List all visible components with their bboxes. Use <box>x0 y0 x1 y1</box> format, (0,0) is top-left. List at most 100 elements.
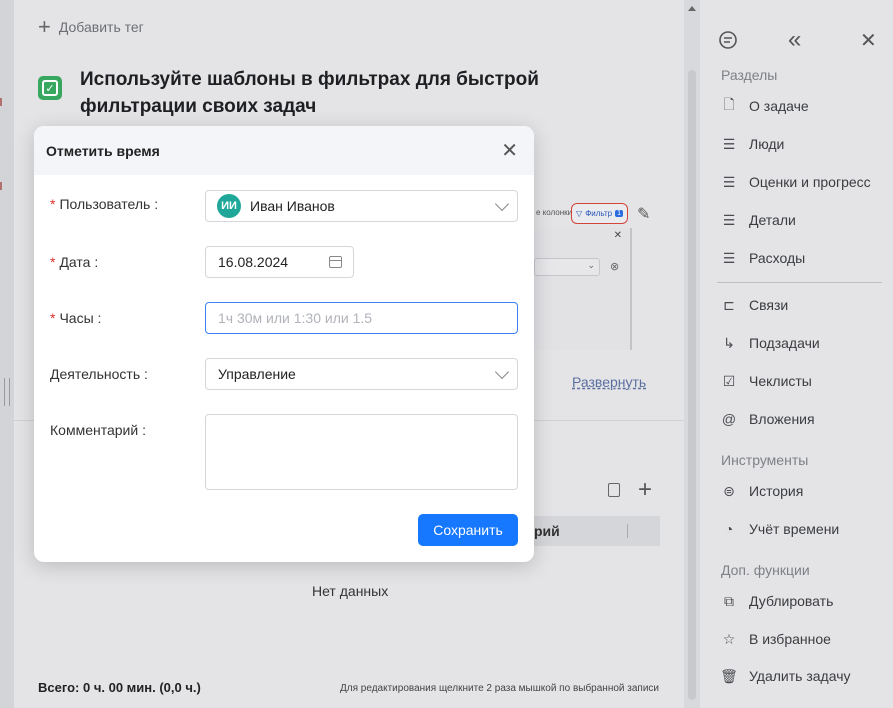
save-button[interactable]: Сохранить <box>418 514 518 546</box>
activity-row: Деятельность : <box>50 366 205 382</box>
sidebar-item-delete[interactable]: 🗑 Удалить задачу <box>720 667 850 685</box>
activity-label-text: Деятельность <box>50 366 141 382</box>
date-label-text: Дата <box>59 254 91 270</box>
comment-field[interactable] <box>205 414 518 490</box>
document-icon: 🗋 <box>723 96 735 112</box>
scrollbar-thumb[interactable] <box>688 70 696 700</box>
modal-header: Отметить время ✕ <box>34 126 534 175</box>
preview-filter-panel: ✕ ⌄ ⊗ <box>534 228 632 350</box>
scroll-up-arrow-icon[interactable] <box>688 6 696 11</box>
sidebar-item-checklists[interactable]: ☑ Чеклисты <box>721 372 812 390</box>
total-time: Всего: 0 ч. 00 мин. (0,0 ч.) <box>38 680 201 695</box>
sidebar-section-extra: Доп. функции <box>721 562 810 578</box>
time-table-header: рий <box>520 516 660 546</box>
preview-close-icon: ✕ <box>613 230 622 241</box>
sidebar-item-about[interactable]: 🗋 О задаче <box>721 96 809 114</box>
add-tag-button[interactable]: + Добавить тег <box>38 14 144 39</box>
edge-mark <box>0 182 2 190</box>
user-label-text: Пользователь <box>59 196 151 212</box>
lines-icon: ☰ <box>722 135 736 152</box>
sidebar-item-history[interactable]: ⊜ История <box>721 483 804 500</box>
sidebar-item-links[interactable]: ⊏ Связи <box>721 296 789 314</box>
sidebar-item-details[interactable]: ☰ Детали <box>721 211 796 229</box>
add-tag-label: Добавить тег <box>58 19 144 35</box>
sidebar-item-label: Люди <box>749 136 785 152</box>
hours-label: * Часы : <box>50 310 102 326</box>
sidebar-item-label: Вложения <box>749 411 815 427</box>
left-strip <box>0 0 14 708</box>
scrollbar[interactable] <box>684 0 700 708</box>
plus-icon: + <box>38 14 51 39</box>
sidebar-item-label: Учёт времени <box>749 521 840 537</box>
chevron-down-icon <box>494 364 510 380</box>
sidebar-item-attachments[interactable]: @ Вложения <box>721 411 815 427</box>
sidebar-item-duplicate[interactable]: ⧉ Дублировать <box>721 593 834 610</box>
edge-mark <box>0 98 2 106</box>
sidebar-item-label: Детали <box>749 212 796 228</box>
sidebar-item-label: Связи <box>749 297 789 313</box>
preview-filter-label: Фильтр <box>585 209 613 218</box>
comment-label: Комментарий : <box>50 422 146 438</box>
edit-pencil-icon[interactable]: ✎ <box>637 204 650 224</box>
activity-value: Управление <box>218 366 296 382</box>
activity-select[interactable]: Управление <box>205 358 518 390</box>
log-time-modal: Отметить время ✕ * Пользователь : ИИ Иван… <box>34 126 534 562</box>
sidebar-item-label: Оценки и прогресс <box>749 174 871 190</box>
trash-icon: 🗑 <box>720 667 738 684</box>
task-title: Используйте шаблоны в фильтрах для быстр… <box>80 69 539 117</box>
sidebar-item-label: Чеклисты <box>749 373 812 389</box>
date-value: 16.08.2024 <box>218 254 289 270</box>
task-sidebar: « ✕ Разделы 🗋 О задаче ☰ Люди ☰ Оценки и… <box>700 0 893 708</box>
column-divider <box>627 524 628 538</box>
preview-filter-badge: 1 <box>615 210 623 217</box>
comment-row: Комментарий : <box>50 422 205 438</box>
sidebar-item-favorite[interactable]: ☆ В избранное <box>721 631 831 648</box>
comment-icon[interactable] <box>718 30 738 56</box>
lines-icon: ☰ <box>722 211 736 228</box>
no-data-text: Нет данных <box>312 583 389 599</box>
sidebar-section-tools: Инструменты <box>721 452 809 468</box>
filter-icon: ▽ <box>576 209 583 218</box>
sidebar-item-expenses[interactable]: ☰ Расходы <box>721 250 806 267</box>
hours-row: * Часы : <box>50 310 205 326</box>
preview-filter-button: ▽ Фильтр 1 <box>571 203 628 224</box>
sidebar-divider <box>717 282 882 283</box>
preview-columns-text: е колонки <box>536 208 573 217</box>
sidebar-item-label: История <box>749 483 804 499</box>
comment-label-text: Комментарий <box>50 422 139 438</box>
sidebar-item-label: Расходы <box>749 250 806 266</box>
hours-field[interactable] <box>205 302 518 334</box>
comment-textarea[interactable] <box>206 415 517 489</box>
sidebar-item-label: О задаче <box>749 98 809 114</box>
user-label: * Пользователь : <box>50 196 159 212</box>
task-complete-checkbox[interactable]: ✓ <box>38 76 62 100</box>
collapse-double-chevron-icon[interactable]: « <box>788 26 801 54</box>
modal-title: Отметить время <box>46 142 160 159</box>
sidebar-section-sections: Разделы <box>721 67 778 83</box>
copy-document-icon[interactable] <box>608 483 620 497</box>
sidebar-item-estimates[interactable]: ☰ Оценки и прогресс <box>721 174 871 191</box>
checkbox-icon: ☑ <box>722 372 736 389</box>
link-icon: ⊏ <box>723 296 735 313</box>
sidebar-item-subtasks[interactable]: ↳ Подзадачи <box>721 335 820 352</box>
calendar-icon[interactable] <box>329 256 342 268</box>
user-row: * Пользователь : <box>50 196 205 212</box>
sidebar-item-label: Дублировать <box>749 593 834 609</box>
sidebar-item-label: Подзадачи <box>749 335 820 351</box>
close-icon[interactable]: ✕ <box>501 141 518 161</box>
paperclip-icon: @ <box>721 411 737 427</box>
clock-pie-icon: ◔ <box>724 521 734 537</box>
date-picker[interactable]: 16.08.2024 <box>205 246 354 278</box>
date-row: * Дата : <box>50 254 205 270</box>
hours-input[interactable] <box>206 303 517 333</box>
user-select[interactable]: ИИ Иван Иванов <box>205 190 518 222</box>
resize-handle[interactable] <box>4 378 10 406</box>
date-label: * Дата : <box>50 254 99 270</box>
sidebar-item-label: В избранное <box>749 631 831 647</box>
expand-link[interactable]: Развернуть <box>572 374 646 390</box>
add-time-plus-icon[interactable]: + <box>638 478 652 502</box>
sidebar-item-people[interactable]: ☰ Люди <box>721 135 785 153</box>
sidebar-item-time-tracking[interactable]: ◔ Учёт времени <box>721 521 839 537</box>
user-value: Иван Иванов <box>250 198 335 214</box>
close-panel-icon[interactable]: ✕ <box>860 28 877 53</box>
